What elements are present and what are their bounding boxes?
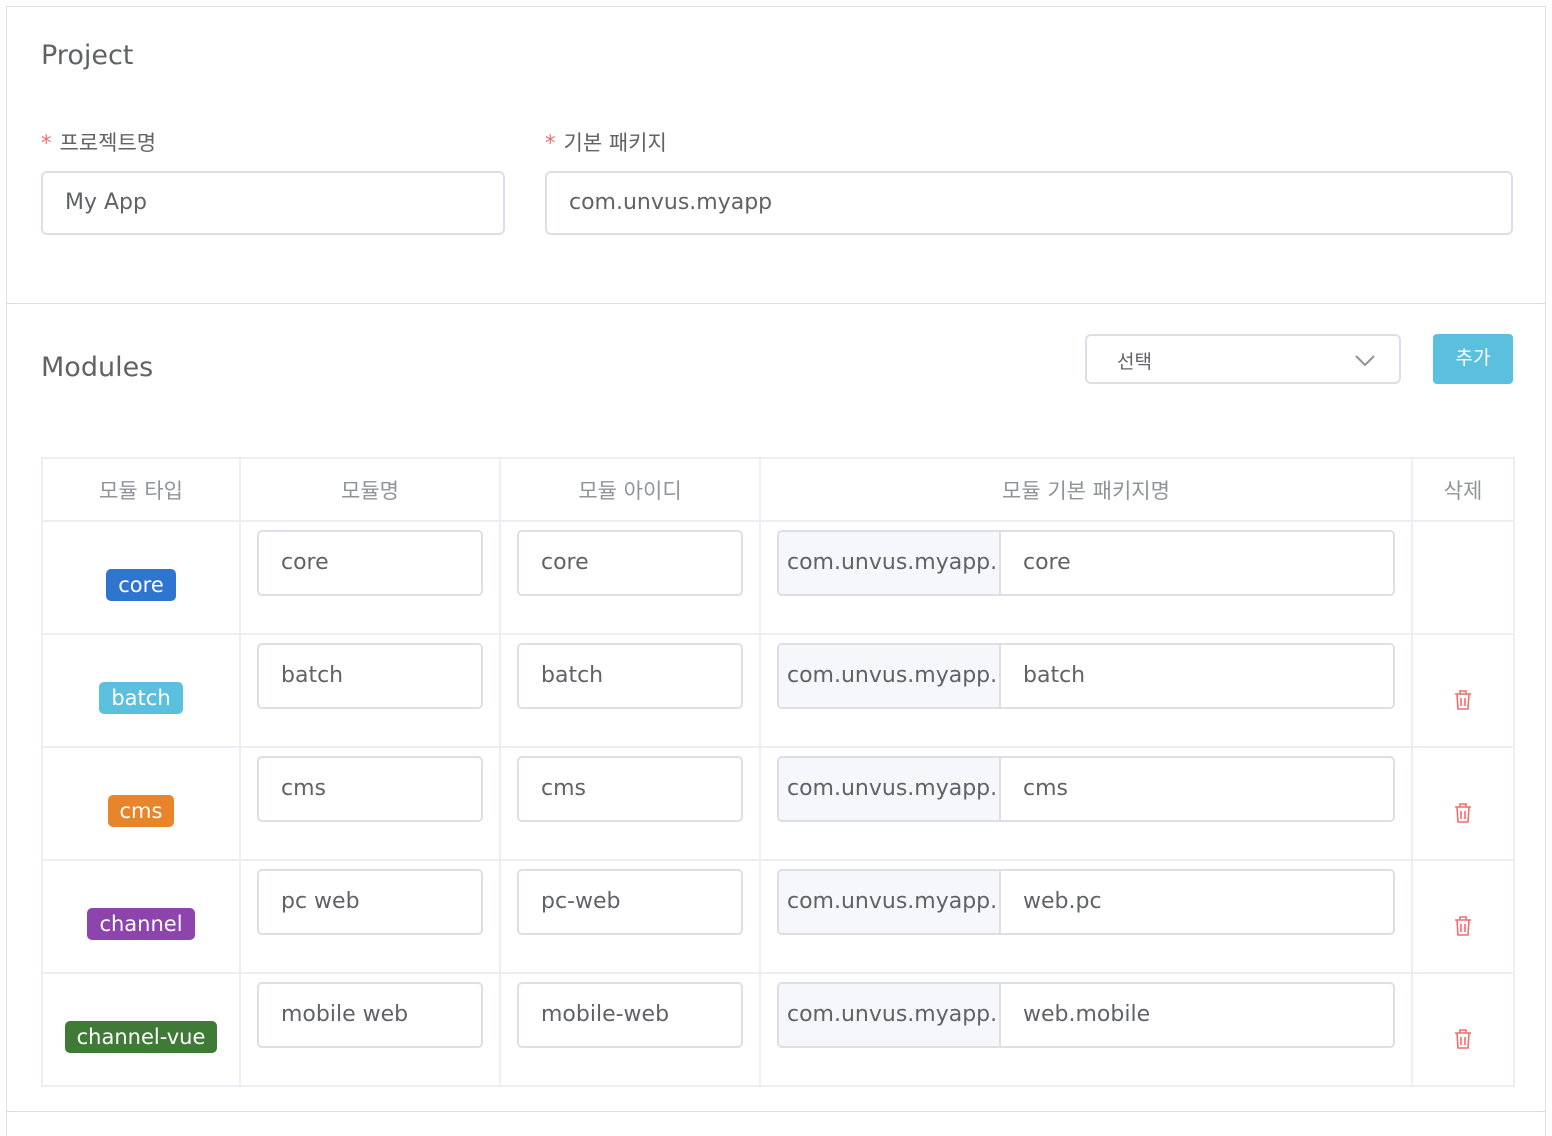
module-type-tag: batch xyxy=(99,681,183,714)
module-id-input[interactable]: pc-web xyxy=(517,869,743,935)
module-id-input[interactable]: core xyxy=(517,530,743,596)
module-name-cell: pc web xyxy=(239,859,501,974)
delete-cell xyxy=(1411,859,1515,974)
add-module-button[interactable]: 추가 xyxy=(1433,334,1513,384)
module-id-cell: mobile-web xyxy=(499,972,761,1087)
delete-cell xyxy=(1411,633,1515,748)
delete-cell xyxy=(1411,520,1515,635)
module-id-cell: cms xyxy=(499,746,761,861)
chevron-down-icon xyxy=(1355,355,1375,367)
module-name-cell: cms xyxy=(239,746,501,861)
col-module-name: 모듈명 xyxy=(239,457,501,522)
required-mark: * xyxy=(545,131,556,155)
table-row: cms cms cms com.unvus.myapp. cms xyxy=(41,746,1515,861)
table-row: batch batch batch com.unvus.myapp. batch xyxy=(41,633,1515,748)
select-value: 선택 xyxy=(1117,351,1152,373)
package-prefix: com.unvus.myapp. xyxy=(779,532,1001,594)
required-mark: * xyxy=(41,131,52,155)
module-name-input[interactable]: batch xyxy=(257,643,483,709)
module-name-input[interactable]: core xyxy=(257,530,483,596)
col-module-id: 모듈 아이디 xyxy=(499,457,761,522)
project-section: Project * 프로젝트명 My App * 기본 패키지 com.unvus.… xyxy=(7,7,1545,304)
module-type-tag: cms xyxy=(107,794,175,827)
module-id-input[interactable]: cms xyxy=(517,756,743,822)
module-name-cell: batch xyxy=(239,633,501,748)
table-row: channel pc web pc-web com.unvus.myapp. web.p… xyxy=(41,859,1515,974)
module-type-cell: cms xyxy=(41,746,241,861)
module-package-cell: com.unvus.myapp. web.mobile xyxy=(759,972,1413,1087)
modules-title: Modules xyxy=(41,352,154,383)
modules-table: 모듈 타입 모듈명 모듈 아이디 모듈 기본 패키지명 삭제 core core c… xyxy=(41,457,1515,1087)
table-row: channel-vue mobile web mobile-web com.unvus… xyxy=(41,972,1515,1087)
module-type-tag: channel-vue xyxy=(64,1020,218,1053)
module-package-group: com.unvus.myapp. web.pc xyxy=(777,869,1395,935)
module-type-cell: core xyxy=(41,520,241,635)
module-name-cell: mobile web xyxy=(239,972,501,1087)
module-package-cell: com.unvus.myapp. core xyxy=(759,520,1413,635)
module-id-input[interactable]: batch xyxy=(517,643,743,709)
module-package-group: com.unvus.myapp. core xyxy=(777,530,1395,596)
trash-icon[interactable] xyxy=(1453,1028,1473,1050)
module-package-cell: com.unvus.myapp. batch xyxy=(759,633,1413,748)
modules-section: Modules 선택 추가 모듈 타입 모듈명 모듈 아이디 모듈 기본 패키지… xyxy=(7,304,1545,1112)
module-id-input[interactable]: mobile-web xyxy=(517,982,743,1048)
trash-icon[interactable] xyxy=(1453,689,1473,711)
base-package-label: * 기본 패키지 xyxy=(545,131,667,155)
col-module-package: 모듈 기본 패키지명 xyxy=(759,457,1413,522)
package-prefix: com.unvus.myapp. xyxy=(779,758,1001,820)
module-package-input[interactable]: web.mobile xyxy=(1001,984,1393,1046)
module-type-cell: channel-vue xyxy=(41,972,241,1087)
module-package-cell: com.unvus.myapp. web.pc xyxy=(759,859,1413,974)
module-type-tag: core xyxy=(106,568,176,601)
module-type-select[interactable]: 선택 xyxy=(1085,334,1401,384)
col-delete: 삭제 xyxy=(1411,457,1515,522)
project-name-label: * 프로젝트명 xyxy=(41,131,157,155)
module-id-cell: batch xyxy=(499,633,761,748)
module-package-input[interactable]: web.pc xyxy=(1001,871,1393,933)
module-type-tag: channel xyxy=(87,907,195,940)
module-type-cell: channel xyxy=(41,859,241,974)
module-id-cell: core xyxy=(499,520,761,635)
module-package-input[interactable]: cms xyxy=(1001,758,1393,820)
col-module-type: 모듈 타입 xyxy=(41,457,241,522)
table-row: core core core com.unvus.myapp. core xyxy=(41,520,1515,635)
base-package-input[interactable]: com.unvus.myapp xyxy=(545,171,1513,235)
module-name-input[interactable]: mobile web xyxy=(257,982,483,1048)
module-type-cell: batch xyxy=(41,633,241,748)
module-package-input[interactable]: batch xyxy=(1001,645,1393,707)
module-package-group: com.unvus.myapp. batch xyxy=(777,643,1395,709)
module-package-group: com.unvus.myapp. web.mobile xyxy=(777,982,1395,1048)
package-prefix: com.unvus.myapp. xyxy=(779,984,1001,1046)
module-name-input[interactable]: cms xyxy=(257,756,483,822)
module-package-input[interactable]: core xyxy=(1001,532,1393,594)
table-header: 모듈 타입 모듈명 모듈 아이디 모듈 기본 패키지명 삭제 xyxy=(41,457,1515,522)
module-name-cell: core xyxy=(239,520,501,635)
trash-icon[interactable] xyxy=(1453,802,1473,824)
module-package-group: com.unvus.myapp. cms xyxy=(777,756,1395,822)
delete-cell xyxy=(1411,746,1515,861)
delete-cell xyxy=(1411,972,1515,1087)
module-id-cell: pc-web xyxy=(499,859,761,974)
app-frame: Project * 프로젝트명 My App * 기본 패키지 com.unvus.… xyxy=(6,6,1546,1136)
module-name-input[interactable]: pc web xyxy=(257,869,483,935)
project-title: Project xyxy=(41,40,134,71)
package-prefix: com.unvus.myapp. xyxy=(779,645,1001,707)
package-prefix: com.unvus.myapp. xyxy=(779,871,1001,933)
project-name-input[interactable]: My App xyxy=(41,171,505,235)
trash-icon[interactable] xyxy=(1453,915,1473,937)
module-package-cell: com.unvus.myapp. cms xyxy=(759,746,1413,861)
